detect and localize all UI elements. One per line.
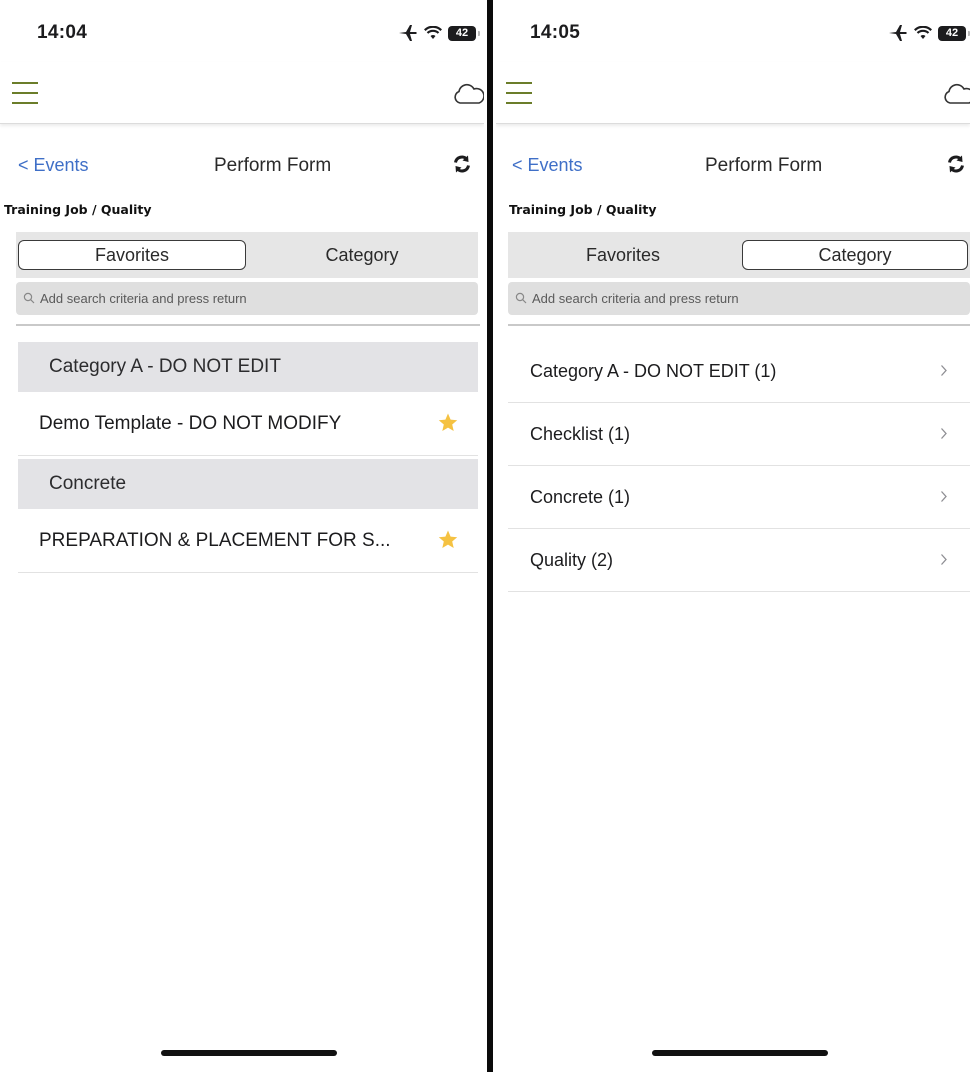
search-icon bbox=[23, 292, 35, 304]
battery-icon: 42 bbox=[938, 25, 970, 41]
category-label: Concrete (1) bbox=[530, 487, 631, 507]
chevron-right-icon bbox=[941, 365, 947, 376]
category-label: Checklist (1) bbox=[530, 424, 631, 444]
sync-icon[interactable] bbox=[946, 154, 966, 174]
status-bar: 14:04 42 bbox=[0, 0, 484, 62]
page-header: < Events Perform Form bbox=[0, 144, 484, 184]
search-box bbox=[508, 282, 970, 315]
category-row[interactable]: Concrete (1) bbox=[508, 466, 970, 529]
group-header-category-a: Category A - DO NOT EDIT bbox=[18, 342, 478, 392]
tab-favorites[interactable]: Favorites bbox=[510, 240, 736, 270]
category-label: Quality (2) bbox=[530, 550, 614, 570]
star-icon[interactable] bbox=[438, 413, 458, 432]
back-to-events-link[interactable]: < Events bbox=[18, 155, 89, 176]
home-indicator[interactable] bbox=[652, 1050, 828, 1056]
chevron-right-icon bbox=[941, 491, 947, 502]
battery-icon: 42 bbox=[448, 25, 480, 41]
airplane-icon bbox=[889, 25, 907, 41]
wifi-icon bbox=[914, 26, 932, 39]
status-time: 14:05 bbox=[530, 22, 581, 43]
category-row[interactable]: Checklist (1) bbox=[508, 403, 970, 466]
page-header: < Events Perform Form bbox=[496, 144, 970, 184]
search-box bbox=[16, 282, 478, 315]
back-to-events-link[interactable]: < Events bbox=[512, 155, 583, 176]
cloud-icon[interactable] bbox=[452, 82, 484, 106]
category-label: Category A - DO NOT EDIT (1) bbox=[530, 361, 777, 381]
top-nav-bar bbox=[496, 62, 970, 124]
breadcrumb: Training Job / Quality bbox=[509, 202, 657, 217]
hamburger-icon[interactable] bbox=[506, 82, 532, 104]
search-icon bbox=[515, 292, 527, 304]
chevron-right-icon bbox=[941, 428, 947, 439]
sync-icon[interactable] bbox=[452, 154, 472, 174]
tab-category[interactable]: Category bbox=[742, 240, 968, 270]
page-title: Perform Form bbox=[705, 155, 823, 176]
star-icon[interactable] bbox=[438, 530, 458, 549]
chevron-right-icon bbox=[941, 554, 947, 565]
home-indicator[interactable] bbox=[161, 1050, 337, 1056]
category-row[interactable]: Category A - DO NOT EDIT (1) bbox=[508, 340, 970, 403]
page-title: Perform Form bbox=[214, 155, 332, 176]
form-row-demo-template[interactable]: Demo Template - DO NOT MODIFY bbox=[18, 392, 478, 456]
category-row[interactable]: Quality (2) bbox=[508, 529, 970, 592]
left-screen: 14:04 42 < Events Perform Form Training … bbox=[0, 0, 484, 1072]
tab-category[interactable]: Category bbox=[248, 240, 476, 270]
tab-favorites[interactable]: Favorites bbox=[18, 240, 246, 270]
segmented-control: Favorites Category bbox=[508, 232, 970, 278]
group-header-concrete: Concrete bbox=[18, 459, 478, 509]
search-input[interactable] bbox=[40, 282, 420, 315]
divider bbox=[16, 324, 480, 326]
status-icons: 42 bbox=[398, 24, 480, 42]
screen-divider bbox=[487, 0, 493, 1072]
hamburger-icon[interactable] bbox=[12, 82, 38, 104]
status-bar: 14:05 42 bbox=[496, 0, 970, 62]
cloud-icon[interactable] bbox=[942, 82, 970, 106]
status-icons: 42 bbox=[888, 24, 970, 42]
form-row-label: Demo Template - DO NOT MODIFY bbox=[39, 413, 342, 434]
search-input[interactable] bbox=[532, 282, 912, 315]
airplane-icon bbox=[399, 25, 417, 41]
divider bbox=[508, 324, 970, 326]
top-nav-bar bbox=[0, 62, 484, 124]
status-time: 14:04 bbox=[37, 22, 88, 43]
breadcrumb: Training Job / Quality bbox=[4, 202, 152, 217]
form-row-preparation-placement[interactable]: PREPARATION & PLACEMENT FOR S... bbox=[18, 509, 478, 573]
segmented-control: Favorites Category bbox=[16, 232, 478, 278]
right-screen: 14:05 42 < Events Perform Form Training … bbox=[496, 0, 970, 1072]
form-row-label: PREPARATION & PLACEMENT FOR S... bbox=[39, 530, 391, 551]
wifi-icon bbox=[424, 26, 442, 39]
